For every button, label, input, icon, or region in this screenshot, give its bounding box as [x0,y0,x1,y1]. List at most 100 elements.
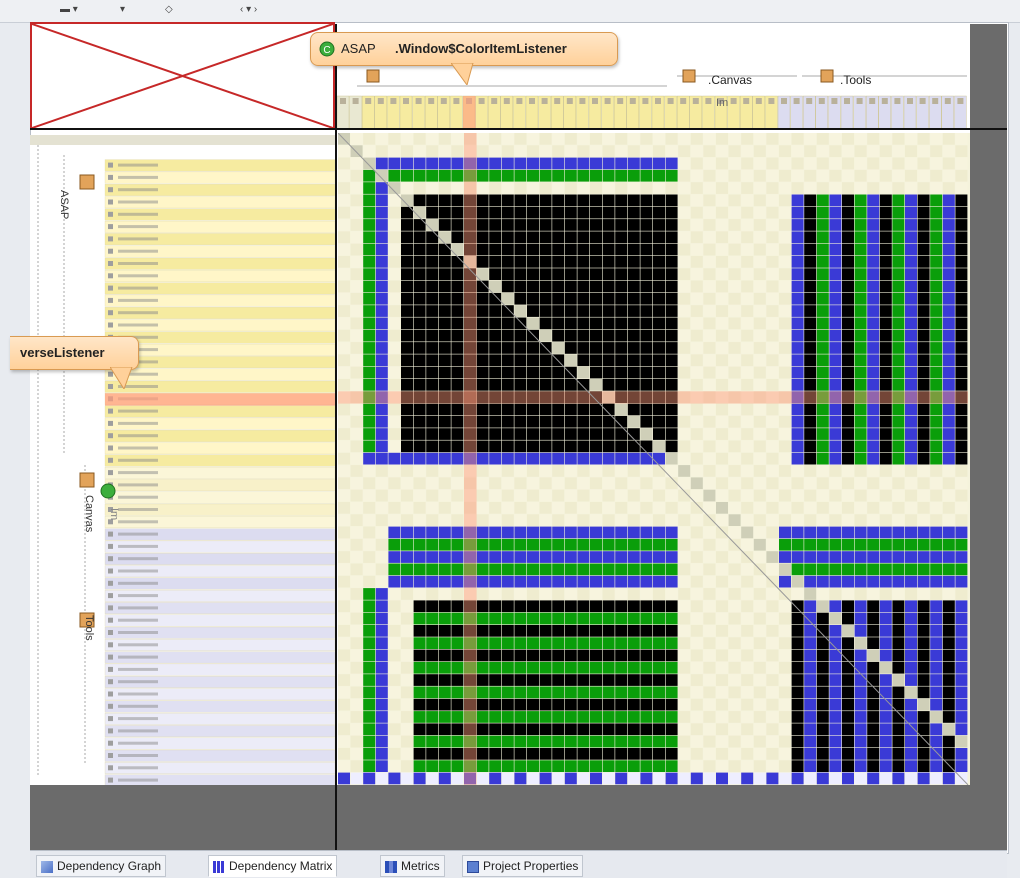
tab-project-properties[interactable]: Project Properties [462,855,584,877]
matrix-cell [615,735,628,748]
matrix-cell [930,231,943,244]
matrix-cell [476,489,489,502]
matrix-cell [539,256,552,268]
matrix-cell [363,748,376,760]
matrix-cell [816,415,829,428]
matrix-cell [842,243,854,256]
tab-metrics[interactable]: Metrics [380,855,445,877]
matrix-cell [602,674,615,686]
matrix-cell [476,551,489,563]
matrix-cell [678,637,691,649]
toolbar-icon[interactable]: ▬ ▾ [60,4,78,16]
matrix-cell [879,219,892,231]
matrix-cell [577,231,590,244]
matrix-cell [905,292,917,305]
matrix-cell [501,711,514,723]
tab-dependency-matrix[interactable]: Dependency Matrix [208,855,338,877]
matrix-cell [627,329,640,342]
matrix-cell [741,317,754,330]
matrix-cell [640,231,653,244]
matrix-cell [388,661,401,674]
matrix-cell [728,403,741,416]
matrix-cell [842,588,854,600]
toolbar: ▬ ▾ ▾ ◇ ‹ ▾ › [0,0,1020,23]
matrix-cell [955,292,968,305]
column-group-tools[interactable]: .Tools [840,73,871,87]
column-group-im[interactable]: Im [716,97,728,109]
matrix-cell [527,551,539,563]
matrix-cell [753,600,766,613]
matrix-cell [653,194,665,207]
matrix-cell [615,477,628,490]
matrix-cell [590,157,602,170]
matrix-cell [653,231,665,244]
matrix-cell [438,415,451,428]
matrix-cell [665,403,678,416]
matrix-cell [829,440,842,453]
matrix-cell [501,600,514,613]
matrix-cell [955,489,968,502]
matrix-cell [602,329,615,342]
matrix-cell [905,502,917,514]
matrix-cell [401,735,413,748]
matrix-cell [426,465,439,477]
matrix-cell [501,280,514,293]
matrix-cell [401,625,413,637]
matrix-cell [489,169,502,182]
matrix-cell [716,551,728,563]
matrix-cell [942,268,955,280]
matrix-cell [426,588,439,600]
matrix-cell [501,428,514,440]
matrix-cell [665,538,678,551]
matrix-cell [867,268,880,280]
matrix-cell [854,268,867,280]
tree-node-im[interactable]: Im [108,508,120,520]
matrix-cell [753,723,766,736]
matrix-cell [716,538,728,551]
matrix-cell [930,588,943,600]
tree-node-tools[interactable]: Tools [83,615,95,641]
matrix-cell [602,231,615,244]
matrix-cell [879,292,892,305]
matrix-cell [552,526,565,539]
matrix-cell [375,379,388,391]
matrix-cell [590,317,602,330]
matrix-cell [388,169,401,182]
tree-node-asap[interactable]: ASAP [58,190,70,219]
matrix-cell [426,723,439,736]
matrix-cell [615,760,628,772]
matrix-cell [401,452,413,465]
tree-node-canvas[interactable]: Canvas [83,495,95,532]
matrix-cell [690,206,703,219]
tab-dependency-graph[interactable]: Dependency Graph [36,855,167,877]
matrix-cell [363,575,376,588]
toolbar-icon[interactable]: ▾ [120,4,125,16]
matrix-cell [489,625,502,637]
toolbar-icon[interactable]: ◇ [165,4,173,16]
matrix-cell [905,575,917,588]
matrix-cell [930,748,943,760]
matrix-cell [741,760,754,772]
matrix-cell [476,157,489,170]
matrix-cell [438,575,451,588]
matrix-cell [577,169,590,182]
toolbar-icon[interactable]: ‹ ▾ › [240,4,257,16]
matrix-cell [501,379,514,391]
matrix-cell [791,600,804,613]
matrix-cell [350,612,363,625]
matrix-cell [690,145,703,157]
matrix-cell [665,280,678,293]
matrix-cell [514,366,527,379]
matrix-cell [602,440,615,453]
matrix-cell [451,698,464,711]
matrix-cell [375,219,388,231]
matrix-cell [804,305,817,317]
column-group-canvas[interactable]: .Canvas [708,73,752,87]
matrix-cell [501,649,514,662]
matrix-cell [854,354,867,367]
overview-thumbnail[interactable] [30,22,335,130]
dependency-matrix-grid[interactable] [338,133,970,785]
matrix-cell [527,538,539,551]
matrix-cell [842,760,854,772]
matrix-cell [665,231,678,244]
